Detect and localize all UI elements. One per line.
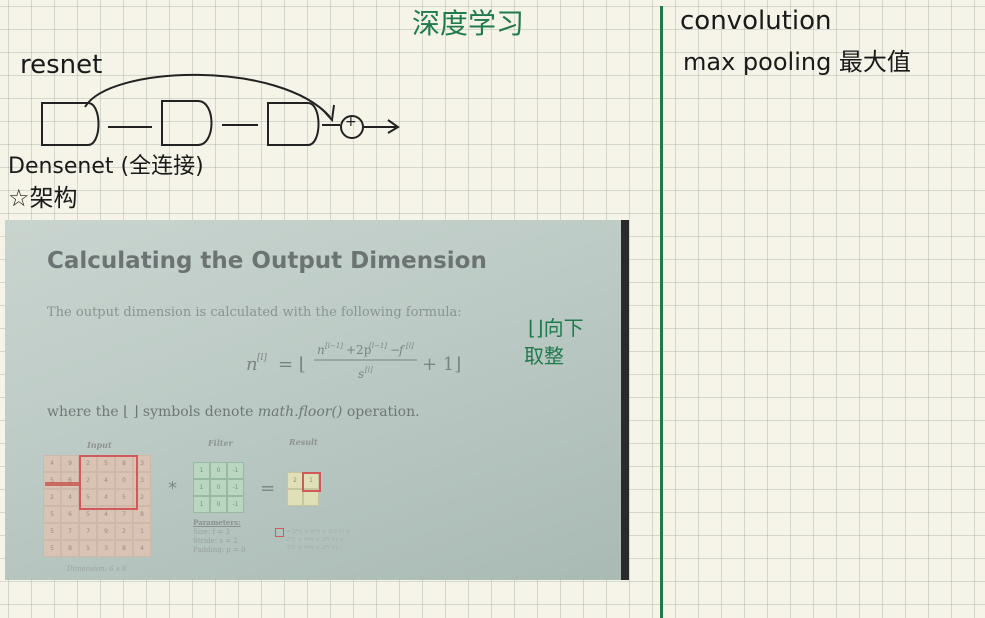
input-cell: 6 xyxy=(61,472,79,489)
result-label: Result xyxy=(289,437,318,447)
input-cell: 1 xyxy=(133,523,151,540)
slide-floor-note: where the ⌊ ⌋ symbols denote math.floor(… xyxy=(47,404,420,420)
note-max-pooling: max pooling 最大值 xyxy=(683,48,911,76)
input-cell: 2 xyxy=(43,489,61,506)
filter-matrix: 1 0 -1 1 0 -1 1 0 -1 xyxy=(193,462,244,513)
input-label: Input xyxy=(87,440,112,450)
input-highlight-box xyxy=(79,455,138,510)
calc-red-square xyxy=(275,528,284,537)
input-cell: 5 xyxy=(43,506,61,523)
parameters-block: Parameters: Size: f = 3 Stride: s = 2 Pa… xyxy=(193,518,246,555)
input-cell: 8 xyxy=(61,540,79,557)
svg-text:+2p: +2p xyxy=(346,343,372,357)
input-cell: 4 xyxy=(43,455,61,472)
stride-arrow xyxy=(45,482,79,486)
input-cell: 5 xyxy=(43,540,61,557)
dimension-caption: Dimension: 6 x 6 xyxy=(67,565,127,573)
convolution-operator: * xyxy=(168,478,177,499)
input-cell: 4 xyxy=(61,489,79,506)
param-padding: Padding: p = 0 xyxy=(193,546,246,554)
filter-cell: 0 xyxy=(210,462,227,479)
filter-cell: 1 xyxy=(193,462,210,479)
resnet-skip-connection-diagram xyxy=(41,73,400,146)
param-stride: Stride: s = 2 xyxy=(193,537,238,545)
filter-cell: 1 xyxy=(193,479,210,496)
input-cell: 2 xyxy=(115,523,133,540)
input-cell: 7 xyxy=(61,523,79,540)
input-cell: 7 xyxy=(79,523,97,540)
result-cell: 2 xyxy=(287,472,303,489)
label-densenet: Densenet (全连接) xyxy=(8,154,204,179)
result-highlight-box xyxy=(302,472,321,492)
annotation-round-down: 取整 xyxy=(524,344,564,368)
svg-text:[l−1]: [l−1] xyxy=(325,342,343,350)
svg-text:= ⌊: = ⌊ xyxy=(278,354,306,375)
note-convolution: convolution xyxy=(680,6,832,36)
block-2 xyxy=(161,100,213,146)
page-divider xyxy=(660,6,663,618)
annotation-floor: ⌊⌋向下 xyxy=(528,316,584,340)
filter-cell: 1 xyxy=(193,496,210,513)
arrow-head xyxy=(321,104,335,123)
filter-cell: -1 xyxy=(227,496,244,513)
result-cell xyxy=(287,489,303,506)
input-cell: 9 xyxy=(61,455,79,472)
output-dimension-formula: n [l] = ⌊ n [l−1] +2p [l−1] − f [l] s [l… xyxy=(246,342,461,381)
input-cell: 3 xyxy=(97,540,115,557)
skip-connection-arc xyxy=(84,73,331,118)
heading-deep-learning: 深度学习 xyxy=(412,7,525,40)
input-cell: 4 xyxy=(133,540,151,557)
input-cell: 8 xyxy=(115,540,133,557)
filter-cell: 0 xyxy=(210,496,227,513)
label-architecture: ☆架构 xyxy=(8,184,78,212)
svg-text:s: s xyxy=(358,367,364,381)
slide-title: Calculating the Output Dimension xyxy=(47,248,487,274)
input-cell: 5 xyxy=(43,472,61,489)
calculation-text: = 2*1 + 9*0 + 2*(-1) + 2*1 + 4*0 + 3*(-1… xyxy=(286,529,351,551)
block-3 xyxy=(267,102,320,146)
svg-text:+ 1⌋: + 1⌋ xyxy=(422,354,461,375)
svg-text:f: f xyxy=(398,343,406,357)
equals-operator: = xyxy=(260,478,276,499)
input-cell: 5 xyxy=(79,540,97,557)
filter-cell: -1 xyxy=(227,479,244,496)
input-cell: 6 xyxy=(61,506,79,523)
param-size: Size: f = 3 xyxy=(193,528,230,536)
svg-text:n: n xyxy=(246,354,258,375)
svg-text:[l]: [l] xyxy=(365,366,373,374)
add-node-symbol: + xyxy=(345,114,357,130)
slide-subtitle: The output dimension is calculated with … xyxy=(47,305,462,320)
input-cell: 5 xyxy=(43,523,61,540)
slide-photo: Calculating the Output Dimension The out… xyxy=(5,220,629,580)
svg-text:[l]: [l] xyxy=(257,353,267,363)
svg-text:n: n xyxy=(317,343,325,357)
filter-cell: -1 xyxy=(227,462,244,479)
svg-text:[l]: [l] xyxy=(406,342,414,350)
filter-cell: 0 xyxy=(210,479,227,496)
photo-dark-edge xyxy=(621,220,629,580)
filter-label: Filter xyxy=(208,438,233,448)
block-1 xyxy=(41,102,100,146)
input-cell: 9 xyxy=(97,523,115,540)
parameters-title: Parameters: xyxy=(193,518,241,527)
svg-text:[l−1]: [l−1] xyxy=(369,342,387,350)
